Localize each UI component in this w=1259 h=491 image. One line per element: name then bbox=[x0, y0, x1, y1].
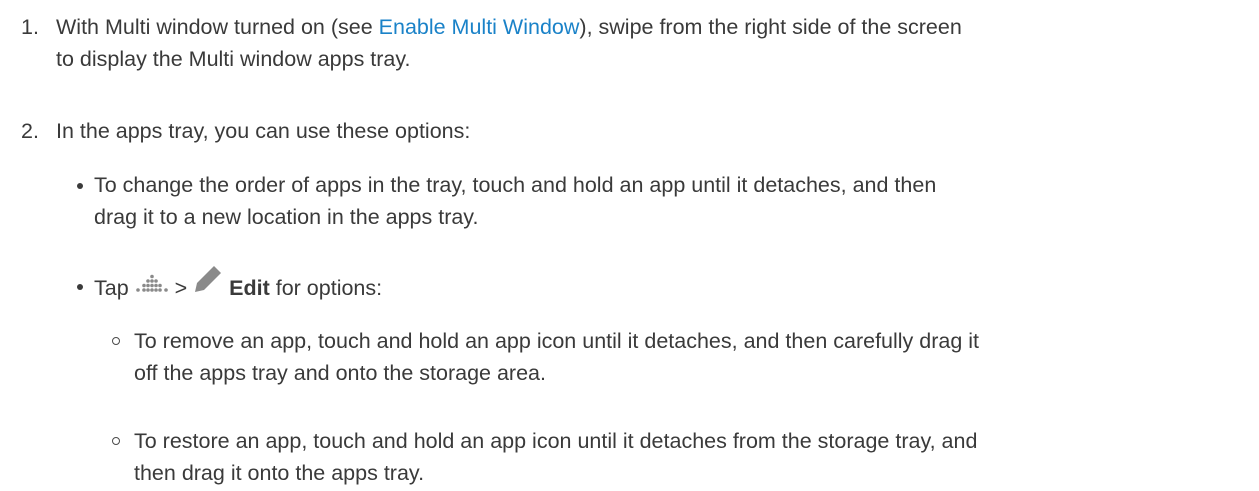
step-1-line-1: With Multi window turned on (see Enable … bbox=[56, 11, 1246, 43]
sub-bullet-circle bbox=[112, 337, 120, 345]
step-text: With Multi window turned on (see Enable … bbox=[56, 11, 1246, 75]
sub-bullet-circle bbox=[112, 437, 120, 445]
sub-1-line-1: To remove an app, touch and hold an app … bbox=[134, 329, 980, 353]
enable-multi-window-link[interactable]: Enable Multi Window bbox=[379, 15, 580, 39]
edit-suffix: for options: bbox=[269, 276, 383, 301]
step-1-line-2: to display the Multi window apps tray. bbox=[56, 47, 411, 71]
sub-bullet-text: To remove an app, touch and hold an app … bbox=[134, 325, 1249, 389]
edit-label: Edit bbox=[229, 276, 270, 301]
bullet-1-line-1: To change the order of apps in the tray,… bbox=[94, 173, 937, 197]
bullet-dot bbox=[77, 183, 83, 189]
step-text: In the apps tray, you can use these opti… bbox=[56, 119, 471, 143]
bullet-dot bbox=[77, 284, 83, 290]
tap-label: Tap bbox=[94, 276, 135, 301]
more-dots-icon bbox=[135, 269, 169, 301]
sub-bullet-text: To restore an app, touch and hold an app… bbox=[134, 425, 1249, 489]
step-number: 2. bbox=[21, 119, 39, 143]
bullet-1-line-2: drag it to a new location in the apps tr… bbox=[94, 205, 479, 229]
step-1-text-before-link: With Multi window turned on (see bbox=[56, 15, 379, 39]
pencil-icon bbox=[193, 264, 223, 303]
sub-2-line-1: To restore an app, touch and hold an app… bbox=[134, 429, 978, 453]
step-1-text-after-link: ), swipe from the right side of the scre… bbox=[579, 15, 962, 39]
separator: > bbox=[168, 276, 194, 301]
bullet-text: To change the order of apps in the tray,… bbox=[94, 169, 1194, 233]
sub-1-line-2: off the apps tray and onto the storage a… bbox=[134, 361, 546, 385]
sub-2-line-2: then drag it onto the apps tray. bbox=[134, 461, 425, 485]
bullet-text: Tap > Edit for options: bbox=[94, 266, 1194, 309]
step-number: 1. bbox=[21, 15, 39, 39]
